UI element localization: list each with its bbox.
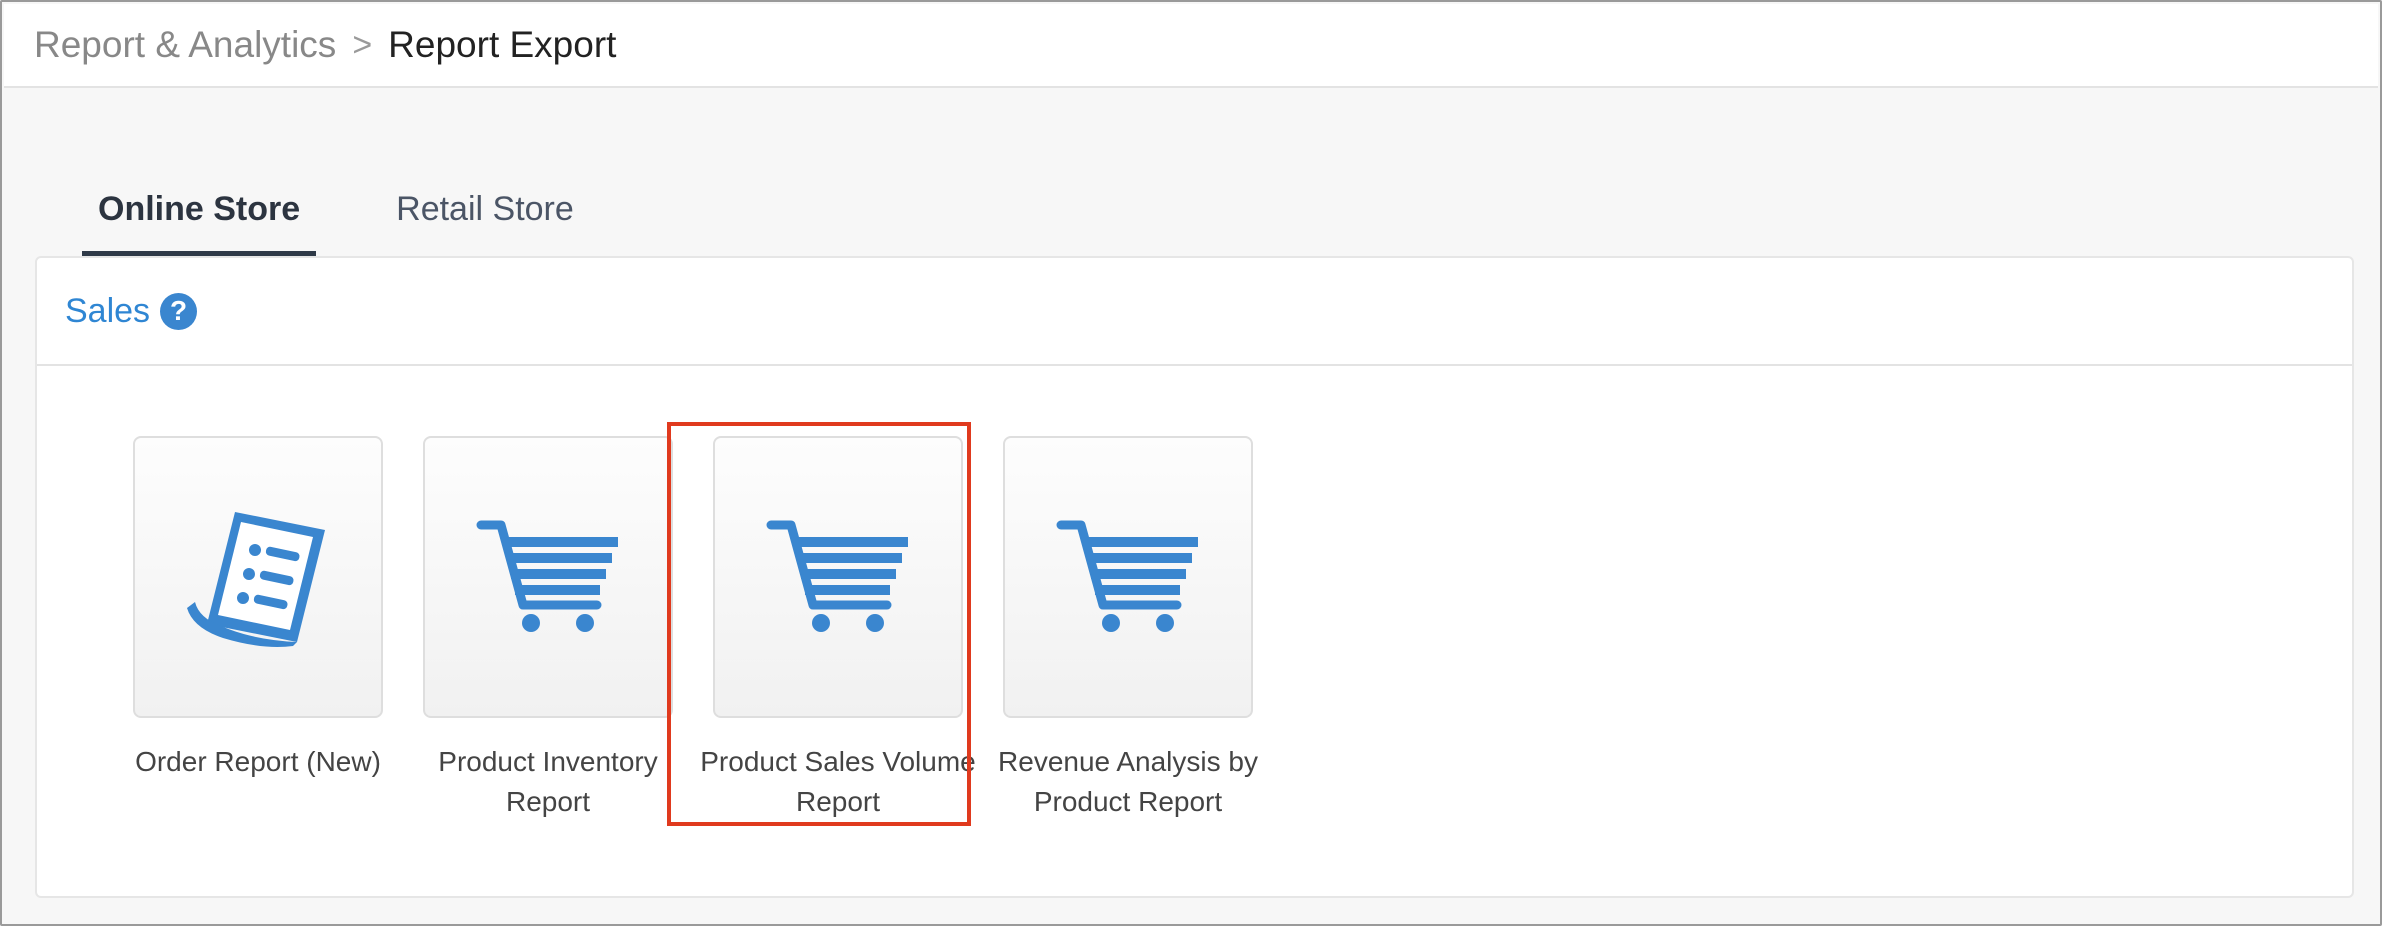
report-card-tile[interactable] bbox=[423, 436, 673, 718]
report-card-tile[interactable] bbox=[713, 436, 963, 718]
section-title: Sales bbox=[65, 291, 151, 330]
breadcrumb-parent-link[interactable]: Report & Analytics bbox=[34, 24, 336, 66]
shopping-cart-icon bbox=[476, 520, 618, 632]
breadcrumb-separator-icon: > bbox=[352, 25, 373, 64]
shopping-cart-icon bbox=[1056, 520, 1198, 632]
report-card-revenue-analysis[interactable]: Revenue Analysis by Product Report bbox=[982, 436, 1274, 822]
report-card-label: Revenue Analysis by Product Report bbox=[998, 746, 1258, 817]
report-card-label: Product Sales Volume Report bbox=[700, 746, 976, 817]
sales-panel: Sales ? Order Report (New) Product Inven… bbox=[35, 256, 2354, 898]
question-circle-icon[interactable]: ? bbox=[160, 292, 198, 330]
page-title: Report Export bbox=[388, 24, 617, 65]
app-window: Report & Analytics > Report Export Onlin… bbox=[0, 0, 2382, 926]
report-card-product-inventory[interactable]: Product Inventory Report bbox=[402, 436, 694, 822]
report-card-tile[interactable] bbox=[133, 436, 383, 718]
tab-online-store[interactable]: Online Store bbox=[82, 162, 317, 256]
shopping-cart-icon bbox=[766, 520, 908, 632]
store-tabs: Online Store Retail Store bbox=[82, 162, 590, 256]
report-card-label: Order Report (New) bbox=[135, 746, 381, 777]
report-card-tile[interactable] bbox=[1003, 436, 1253, 718]
breadcrumb: Report & Analytics > Report Export bbox=[4, 4, 2378, 88]
document-list-icon bbox=[187, 512, 325, 647]
report-card-order[interactable]: Order Report (New) bbox=[112, 436, 404, 782]
tab-retail-store[interactable]: Retail Store bbox=[380, 162, 590, 256]
section-header: Sales ? bbox=[37, 258, 2352, 366]
report-card-label: Product Inventory Report bbox=[438, 746, 658, 817]
report-card-product-sales-volume[interactable]: Product Sales Volume Report bbox=[692, 436, 984, 822]
